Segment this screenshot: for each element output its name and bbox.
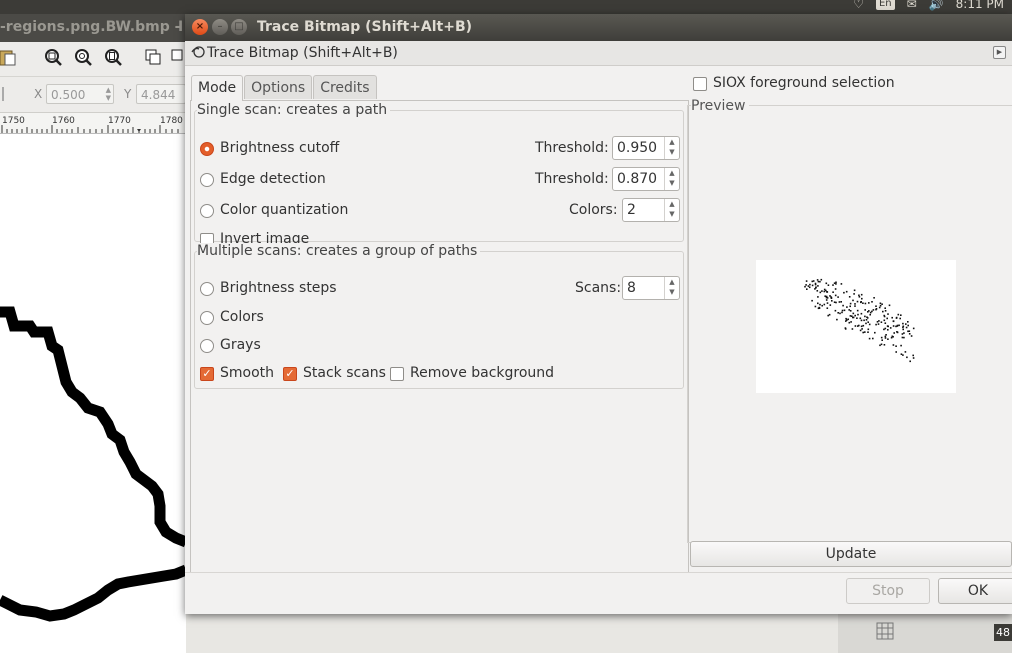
- brightness-steps-radio[interactable]: [200, 282, 214, 296]
- maximize-button[interactable]: □: [231, 19, 247, 35]
- dialog-titlebar[interactable]: × – □ Trace Bitmap (Shift+Alt+B): [185, 14, 1012, 41]
- ruler-ticks: [1, 125, 179, 133]
- siox-checkbox[interactable]: [693, 77, 707, 91]
- background-toolbar: [0, 42, 186, 77]
- trace-bitmap-dialog: × – □ Trace Bitmap (Shift+Alt+B) Trace B…: [185, 14, 1012, 614]
- stop-button[interactable]: Stop: [846, 578, 930, 604]
- horizontal-ruler[interactable]: 1750 1760 1770 1780: [0, 113, 186, 134]
- smooth-checkbox[interactable]: ✓: [200, 367, 214, 381]
- smooth-label[interactable]: Smooth: [220, 365, 274, 381]
- tab-credits[interactable]: Credits: [313, 75, 377, 99]
- duplicate-icon[interactable]: [144, 48, 162, 66]
- edge-detection-radio[interactable]: [200, 173, 214, 187]
- dialog-title: Trace Bitmap (Shift+Alt+B): [257, 19, 473, 35]
- scans-arrows[interactable]: ▲ ▼: [664, 277, 679, 299]
- top-panel: ♡ En ✉ 🔊 8:11 PM: [0, 0, 1012, 14]
- trace-bitmap-icon: [191, 46, 205, 58]
- paste-icon[interactable]: [0, 48, 18, 66]
- y-coordinate-input[interactable]: 4.844: [136, 84, 186, 104]
- background-status-area: 48: [838, 614, 1012, 653]
- remove-background-label[interactable]: Remove background: [410, 365, 554, 381]
- color-quantization-radio[interactable]: [200, 204, 214, 218]
- preview-image: [756, 260, 956, 393]
- remove-background-checkbox[interactable]: [390, 367, 404, 381]
- stack-scans-checkbox[interactable]: ✓: [283, 367, 297, 381]
- scans-label: Scans:: [575, 280, 622, 296]
- edge-detection-label[interactable]: Edge detection: [220, 171, 326, 187]
- colors-label[interactable]: Colors: [220, 309, 264, 325]
- grays-radio[interactable]: [200, 339, 214, 353]
- mode-tab-panel: Single scan: creates a path Brightness c…: [190, 100, 689, 573]
- scans-spinbox[interactable]: 8 ▲ ▼: [622, 276, 680, 300]
- minimize-button[interactable]: –: [212, 19, 228, 35]
- x-coordinate-input[interactable]: 0.500 ▲ ▼: [46, 84, 114, 104]
- zoom-selection-icon[interactable]: [44, 48, 62, 66]
- x-spin-arrows[interactable]: ▲ ▼: [106, 86, 111, 102]
- ok-button[interactable]: OK: [938, 578, 1012, 604]
- brightness-cutoff-label[interactable]: Brightness cutoff: [220, 140, 339, 156]
- lock-icon[interactable]: [0, 85, 10, 103]
- status-number: 48: [994, 624, 1012, 641]
- grid-icon[interactable]: [876, 622, 894, 640]
- drawing-canvas[interactable]: [0, 134, 186, 653]
- brightness-threshold-spinbox[interactable]: 0.950 ▲ ▼: [612, 136, 680, 160]
- single-scan-title: Single scan: creates a path: [197, 102, 391, 118]
- coordinate-toolbar: X 0.500 ▲ ▼ Y 4.844: [0, 77, 186, 113]
- update-button[interactable]: Update: [690, 541, 1012, 567]
- close-button[interactable]: ×: [192, 19, 208, 35]
- grays-label[interactable]: Grays: [220, 337, 261, 353]
- y-label: Y: [124, 87, 132, 101]
- colors-radio[interactable]: [200, 311, 214, 325]
- tab-mode[interactable]: Mode: [191, 75, 244, 101]
- zoom-page-icon[interactable]: [104, 48, 122, 66]
- edge-threshold-arrows[interactable]: ▲ ▼: [664, 168, 679, 190]
- mail-icon[interactable]: ✉: [907, 0, 917, 11]
- x-label: X: [34, 87, 43, 101]
- bitmap-outline: [0, 306, 186, 622]
- tab-options[interactable]: Options: [244, 75, 313, 99]
- preview-trace-dots: [804, 278, 915, 363]
- volume-icon[interactable]: 🔊: [929, 0, 944, 11]
- edge-threshold-label: Threshold:: [535, 171, 609, 187]
- background-window-title: -regions.png.BW.bmp - I: [0, 19, 184, 35]
- dock-title: Trace Bitmap (Shift+Alt+B): [207, 45, 398, 61]
- multiple-scans-title: Multiple scans: creates a group of paths: [197, 243, 481, 259]
- panel-indicators: ♡ En ✉ 🔊 8:11 PM: [853, 0, 1004, 11]
- colors-count-label: Colors:: [569, 202, 618, 218]
- preview-label: Preview: [691, 98, 749, 114]
- clock[interactable]: 8:11 PM: [956, 0, 1004, 11]
- tab-bar: Mode Options Credits: [191, 75, 378, 101]
- siox-label[interactable]: SIOX foreground selection: [713, 75, 895, 91]
- dock-collapse-icon[interactable]: ▶: [993, 46, 1006, 59]
- stack-scans-label[interactable]: Stack scans: [303, 365, 386, 381]
- edge-threshold-spinbox[interactable]: 0.870 ▲ ▼: [612, 167, 680, 191]
- network-icon[interactable]: ♡: [853, 0, 864, 11]
- keyboard-layout-indicator[interactable]: En: [875, 0, 895, 10]
- color-quantization-label[interactable]: Color quantization: [220, 202, 348, 218]
- colors-count-spinbox[interactable]: 2 ▲ ▼: [622, 198, 680, 222]
- brightness-cutoff-radio[interactable]: [200, 142, 214, 156]
- zoom-drawing-icon[interactable]: [74, 48, 92, 66]
- brightness-threshold-arrows[interactable]: ▲ ▼: [664, 137, 679, 159]
- brightness-threshold-label: Threshold:: [535, 140, 609, 156]
- colors-count-arrows[interactable]: ▲ ▼: [664, 199, 679, 221]
- dock-header: Trace Bitmap (Shift+Alt+B) ▶: [185, 41, 1012, 66]
- brightness-steps-label[interactable]: Brightness steps: [220, 280, 337, 296]
